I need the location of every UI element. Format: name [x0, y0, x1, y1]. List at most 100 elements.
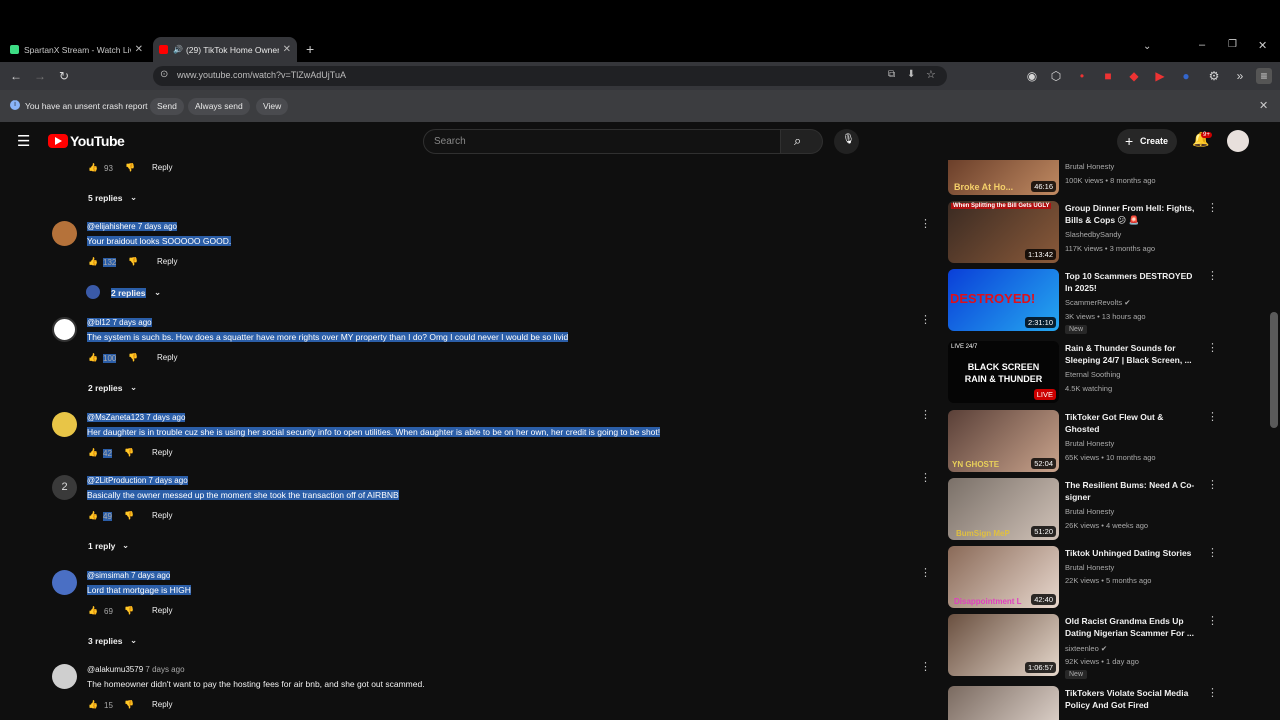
reply-button[interactable]: Reply: [152, 448, 172, 457]
replies-toggle[interactable]: 3 replies: [88, 636, 123, 646]
always-send-button[interactable]: Always send: [188, 98, 250, 115]
view-button[interactable]: View: [256, 98, 289, 115]
extension-icon[interactable]: ◆: [1126, 68, 1142, 84]
like-icon[interactable]: 👍: [88, 606, 98, 615]
close-window-button[interactable]: ✕: [1258, 39, 1267, 52]
comment-author[interactable]: @bl12 7 days ago: [87, 318, 152, 327]
video-channel[interactable]: Eternal Soothing: [1065, 370, 1120, 379]
extension-icon[interactable]: ■: [1100, 68, 1116, 84]
video-menu-icon[interactable]: ⋮: [1207, 548, 1218, 559]
dislike-icon[interactable]: 👎: [125, 163, 135, 172]
search-button[interactable]: ⌕: [781, 129, 823, 154]
extension-icon[interactable]: ●: [1178, 68, 1194, 84]
video-thumbnail[interactable]: When Splitting the Bill Gets UGLY 1:13:4…: [948, 201, 1059, 263]
comment-author[interactable]: @alakumu3579 7 days ago: [87, 665, 185, 674]
video-title[interactable]: Rain & Thunder Sounds for Sleeping 24/7 …: [1065, 342, 1200, 366]
video-menu-icon[interactable]: ⋮: [1207, 343, 1218, 354]
comment-author[interactable]: @MsZaneta123 7 days ago: [87, 413, 186, 422]
chevron-down-icon[interactable]: ⌄: [122, 540, 129, 551]
reply-button[interactable]: Reply: [152, 511, 172, 520]
chevron-down-icon[interactable]: ⌄: [154, 287, 161, 298]
more-extensions-icon[interactable]: »: [1232, 68, 1248, 84]
comment-menu-icon[interactable]: ⋮: [920, 219, 931, 230]
save-icon[interactable]: ⬇: [907, 69, 915, 80]
dislike-icon[interactable]: 👎: [124, 700, 134, 709]
comment-author[interactable]: @elijahishere 7 days ago: [87, 222, 177, 231]
extension-icon[interactable]: ▶: [1152, 68, 1168, 84]
video-channel[interactable]: Brutal Honesty: [1065, 507, 1114, 516]
comment-menu-icon[interactable]: ⋮: [920, 410, 931, 421]
close-tab-icon[interactable]: ✕: [135, 44, 143, 55]
video-menu-icon[interactable]: ⋮: [1207, 271, 1218, 282]
close-tab-icon[interactable]: ✕: [283, 44, 291, 55]
close-infobar-icon[interactable]: ✕: [1259, 99, 1268, 112]
like-icon[interactable]: 👍: [88, 353, 98, 362]
create-button[interactable]: + Create: [1117, 129, 1177, 154]
video-thumbnail[interactable]: Disappointment L 42:40: [948, 546, 1059, 608]
youtube-logo-icon[interactable]: [48, 134, 68, 148]
comment-menu-icon[interactable]: ⋮: [920, 662, 931, 673]
comment-menu-icon[interactable]: ⋮: [920, 315, 931, 326]
account-icon[interactable]: ◉: [1024, 68, 1040, 84]
avatar[interactable]: [52, 221, 77, 246]
chevron-down-icon[interactable]: ⌄: [130, 635, 137, 646]
minimize-button[interactable]: –: [1199, 39, 1205, 51]
youtube-logo-text[interactable]: YouTube: [70, 133, 125, 149]
comment-menu-icon[interactable]: ⋮: [920, 473, 931, 484]
video-menu-icon[interactable]: ⋮: [1207, 616, 1218, 627]
comment-author[interactable]: @2LitProduction 7 days ago: [87, 476, 188, 485]
site-info-icon[interactable]: ⊙: [160, 69, 168, 80]
like-icon[interactable]: 👍: [88, 511, 98, 520]
video-channel[interactable]: Brutal Honesty: [1065, 439, 1114, 448]
restore-button[interactable]: ❐: [1228, 39, 1237, 50]
avatar[interactable]: [52, 412, 77, 437]
address-bar[interactable]: ⊙ www.youtube.com/watch?v=TlZwAdUjTuA ⧉ …: [153, 66, 947, 86]
chevron-down-icon[interactable]: ⌄: [130, 192, 137, 203]
comment-author[interactable]: @simsimah 7 days ago: [87, 571, 171, 580]
extension-red-icon[interactable]: •: [1074, 68, 1090, 84]
avatar[interactable]: [52, 664, 77, 689]
new-tab-button[interactable]: +: [306, 41, 314, 57]
video-thumbnail[interactable]: LIVE 24/7 BLACK SCREEN RAIN & THUNDER LI…: [948, 341, 1059, 403]
dislike-icon[interactable]: 👎: [124, 606, 134, 615]
tab-youtube[interactable]: 🔊 (29) TikTok Home Owner E ✕: [153, 37, 297, 62]
video-menu-icon[interactable]: ⋮: [1207, 480, 1218, 491]
comment-menu-icon[interactable]: ⋮: [920, 568, 931, 579]
video-channel[interactable]: ScammerRevolts ✔: [1065, 298, 1131, 307]
voice-search-button[interactable]: 🎙: [834, 129, 859, 154]
like-icon[interactable]: 👍: [88, 163, 98, 172]
video-thumbnail[interactable]: BumSign MeP 51:20: [948, 478, 1059, 540]
like-icon[interactable]: 👍: [88, 257, 98, 266]
search-input[interactable]: Search: [423, 129, 781, 154]
replies-toggle[interactable]: 2 replies: [88, 383, 123, 393]
video-thumbnail[interactable]: [948, 686, 1059, 720]
reply-button[interactable]: Reply: [152, 606, 172, 615]
send-button[interactable]: Send: [150, 98, 184, 115]
back-icon[interactable]: ←: [8, 68, 24, 84]
video-title[interactable]: Group Dinner From Hell: Fights, Bills & …: [1065, 202, 1200, 226]
chevron-down-icon[interactable]: ⌄: [130, 382, 137, 393]
video-title[interactable]: The Resilient Bums: Need A Co-signer: [1065, 479, 1200, 503]
scrollbar-track[interactable]: [1268, 122, 1280, 720]
speaker-icon[interactable]: 🔊: [173, 45, 183, 54]
dislike-icon[interactable]: 👎: [128, 353, 138, 362]
extension-puzzle-icon[interactable]: ⚙: [1206, 68, 1222, 84]
video-menu-icon[interactable]: ⋮: [1207, 412, 1218, 423]
video-channel[interactable]: Brutal Honesty: [1065, 563, 1114, 572]
video-thumbnail[interactable]: YN GHOSTE 52:04: [948, 410, 1059, 472]
video-channel[interactable]: sixteenleo ✔: [1065, 644, 1107, 653]
video-title[interactable]: Tiktok Unhinged Dating Stories: [1065, 547, 1200, 559]
menu-icon[interactable]: ≡: [1256, 68, 1272, 84]
video-channel[interactable]: SlashedbySandy: [1065, 230, 1121, 239]
tab-spartanx[interactable]: SpartanX Stream - Watch Live o ✕: [4, 37, 149, 62]
reply-button[interactable]: Reply: [157, 353, 177, 362]
avatar[interactable]: [52, 317, 77, 342]
video-title[interactable]: TikTokers Violate Social Media Policy An…: [1065, 687, 1200, 711]
user-avatar[interactable]: [1227, 130, 1249, 152]
like-icon[interactable]: 👍: [88, 448, 98, 457]
video-thumbnail[interactable]: DESTROYED! 2:31:10: [948, 269, 1059, 331]
video-title[interactable]: Top 10 Scammers DESTROYED In 2025!: [1065, 270, 1200, 294]
reply-button[interactable]: Reply: [157, 257, 177, 266]
reply-button[interactable]: Reply: [152, 700, 172, 709]
replies-toggle[interactable]: 5 replies: [88, 193, 123, 203]
